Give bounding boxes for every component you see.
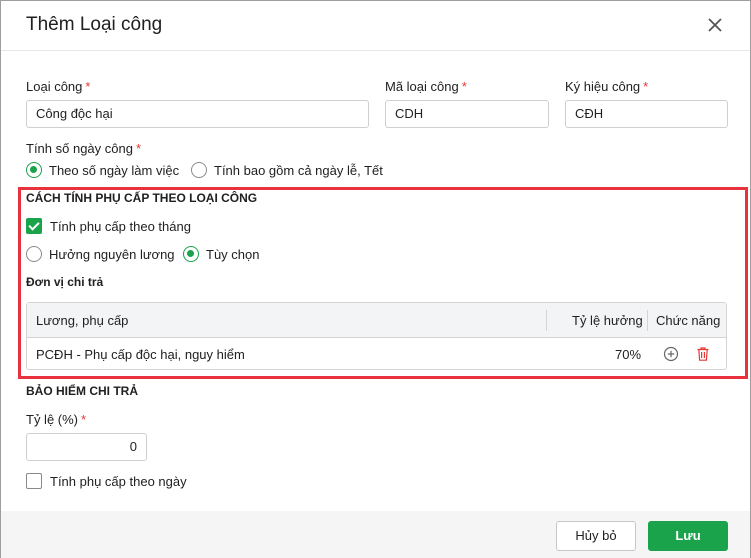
column-header-ty-le-huong: Tỷ lệ hưởng <box>572 313 643 328</box>
ky-hieu-cong-label: Ký hiệu công * <box>565 79 649 94</box>
column-separator <box>647 310 648 331</box>
add-work-type-dialog: Thêm Loại công Loại công * Công độc hại M… <box>0 0 751 558</box>
table-cell-rate: 70% <box>615 347 642 362</box>
loai-cong-input[interactable]: Công độc hại <box>26 100 369 128</box>
ty-le-input[interactable]: 0 <box>26 433 147 461</box>
cancel-button[interactable]: Hủy bỏ <box>556 521 636 551</box>
radio-tinh-bao-gom-ngay-le[interactable]: Tính bao gồm cả ngày lễ, Tết <box>191 162 383 178</box>
radio-selected-indicator <box>26 162 42 178</box>
save-button[interactable]: Lưu <box>648 521 728 551</box>
ky-hieu-cong-input[interactable]: CĐH <box>565 100 728 128</box>
don-vi-chi-tra-label: Đơn vị chi trả <box>26 275 104 289</box>
radio-tuy-chon[interactable]: Tùy chọn <box>183 246 259 262</box>
checkbox-tinh-phu-cap-theo-ngay[interactable]: Tính phụ cấp theo ngày <box>26 473 187 489</box>
ty-le-label: Tỷ lệ (%) * <box>26 412 87 427</box>
radio-huong-nguyen-luong[interactable]: Hưởng nguyên lương <box>26 246 175 262</box>
radio-theo-so-ngay-lam-viec[interactable]: Theo số ngày làm việc <box>26 162 179 178</box>
dialog-footer <box>1 511 750 558</box>
allowance-table: Lương, phụ cấp Tỷ lệ hưởng Chức năng PCĐ… <box>26 302 727 370</box>
radio-label: Tính bao gồm cả ngày lễ, Tết <box>214 162 383 178</box>
loai-cong-label: Loại công * <box>26 79 91 94</box>
header-divider <box>1 50 750 51</box>
table-cell-name: PCĐH - Phụ cấp độc hại, nguy hiểm <box>36 347 245 362</box>
column-separator <box>546 310 547 331</box>
radio-label: Tùy chọn <box>206 246 260 262</box>
dialog-title: Thêm Loại công <box>26 14 163 35</box>
cach-tinh-heading: CÁCH TÍNH PHỤ CẤP THEO LOẠI CÔNG <box>26 191 258 205</box>
bao-hiem-heading: BẢO HIỂM CHI TRẢ <box>26 384 138 398</box>
radio-unselected-indicator <box>26 246 42 262</box>
radio-label: Hưởng nguyên lương <box>49 246 175 262</box>
checkbox-label: Tính phụ cấp theo tháng <box>50 218 191 234</box>
checkbox-unchecked-indicator <box>26 473 42 489</box>
checkbox-tinh-phu-cap-theo-thang[interactable]: Tính phụ cấp theo tháng <box>26 218 191 234</box>
radio-selected-indicator <box>183 246 199 262</box>
close-icon[interactable] <box>705 15 725 35</box>
checkbox-checked-indicator <box>26 218 42 234</box>
column-header-luong-phu-cap: Lương, phụ cấp <box>36 313 129 328</box>
checkbox-label: Tính phụ cấp theo ngày <box>50 473 187 489</box>
tinh-so-ngay-cong-label: Tính số ngày công * <box>26 141 142 156</box>
radio-unselected-indicator <box>191 162 207 178</box>
radio-label: Theo số ngày làm việc <box>49 162 180 178</box>
ma-loai-cong-label: Mã loại công * <box>385 79 467 94</box>
column-header-chuc-nang: Chức năng <box>656 313 721 328</box>
table-header: Lương, phụ cấp Tỷ lệ hưởng Chức năng <box>27 303 726 338</box>
ma-loai-cong-input[interactable]: CDH <box>385 100 549 128</box>
add-circle-icon[interactable] <box>663 346 679 362</box>
trash-icon[interactable] <box>695 346 711 362</box>
